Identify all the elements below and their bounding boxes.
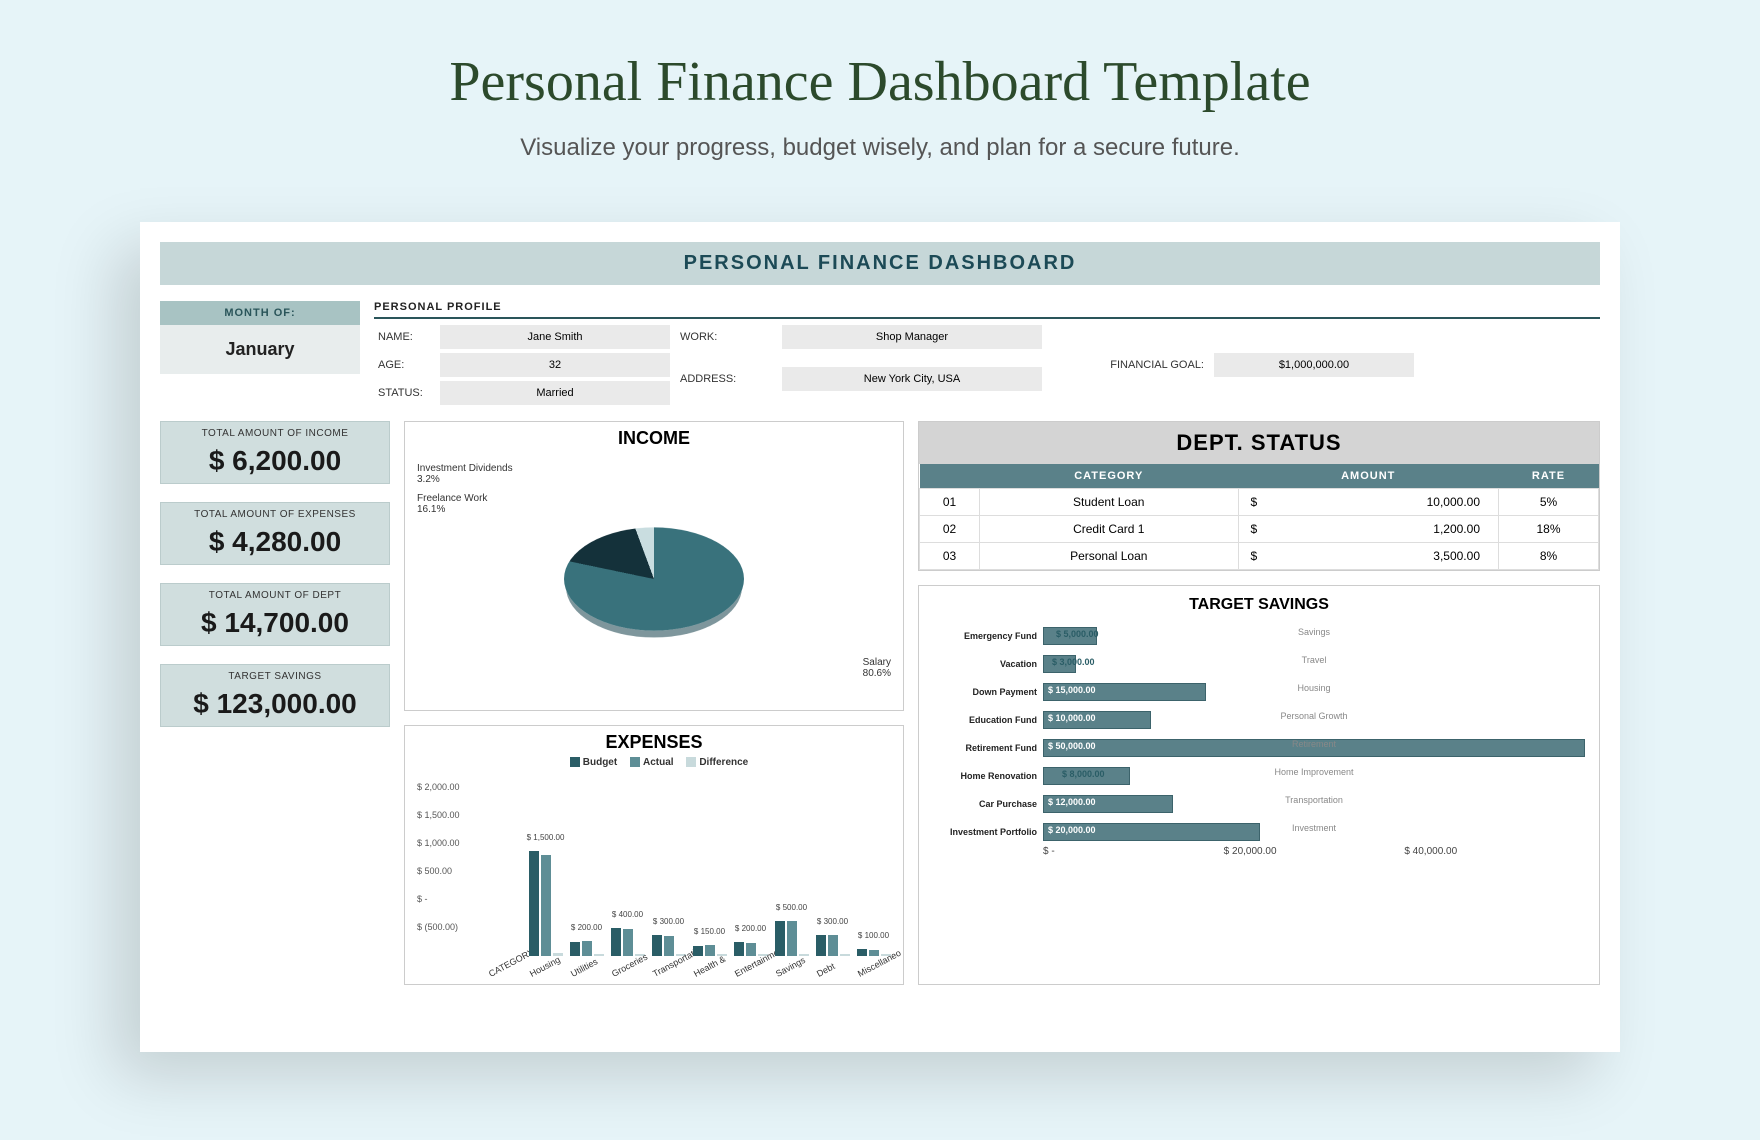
status-label: STATUS: (374, 383, 434, 403)
table-row: 01Student Loan$10,000.005% (920, 489, 1599, 516)
month-label: MONTH OF: (160, 301, 360, 325)
income-panel: INCOME Investment Dividends3.2% Freelanc… (404, 421, 904, 711)
stat-dept-label: TOTAL AMOUNT OF DEPT (167, 590, 383, 601)
stat-expenses-label: TOTAL AMOUNT OF EXPENSES (167, 509, 383, 520)
th-rate: RATE (1499, 464, 1599, 489)
expenses-bar-chart: $ 2,000.00$ 1,500.00$ 1,000.00$ 500.00$ … (411, 772, 897, 1002)
stat-savings: TARGET SAVINGS $ 123,000.00 (160, 664, 390, 727)
expenses-title: EXPENSES (411, 732, 897, 753)
dept-title: DEPT. STATUS (919, 422, 1599, 464)
savings-panel: TARGET SAVINGS Emergency Fund$ 5,000.00S… (918, 585, 1600, 985)
income-pie-chart: Investment Dividends3.2% Freelance Work1… (411, 449, 897, 689)
page-title: Personal Finance Dashboard Template (60, 50, 1700, 114)
pie-icon (564, 527, 744, 630)
pie-label-salary: Salary80.6% (863, 657, 891, 679)
stat-expenses: TOTAL AMOUNT OF EXPENSES $ 4,280.00 (160, 502, 390, 565)
address-label: ADDRESS: (676, 369, 776, 389)
profile-section-title: PERSONAL PROFILE (374, 301, 1600, 319)
stat-savings-label: TARGET SAVINGS (167, 671, 383, 682)
age-label: AGE: (374, 355, 434, 375)
th-category: CATEGORY (980, 464, 1239, 489)
dashboard-card: PERSONAL FINANCE DASHBOARD MONTH OF: Jan… (140, 222, 1620, 1052)
stat-savings-value: $ 123,000.00 (167, 688, 383, 720)
savings-title: TARGET SAVINGS (925, 596, 1593, 614)
table-row: 03Personal Loan$3,500.008% (920, 543, 1599, 570)
personal-profile: PERSONAL PROFILE NAME: Jane Smith WORK: … (374, 301, 1600, 405)
work-value: Shop Manager (782, 325, 1042, 349)
pie-label-freelance: Freelance Work16.1% (417, 493, 487, 515)
goal-value: $1,000,000.00 (1214, 353, 1414, 377)
income-title: INCOME (411, 428, 897, 449)
expenses-panel: EXPENSES Budget Actual Difference $ 2,00… (404, 725, 904, 985)
stat-income-label: TOTAL AMOUNT OF INCOME (167, 428, 383, 439)
page-subtitle: Visualize your progress, budget wisely, … (60, 134, 1700, 162)
stat-expenses-value: $ 4,280.00 (167, 526, 383, 558)
age-value: 32 (440, 353, 670, 377)
address-value: New York City, USA (782, 367, 1042, 391)
pie-label-dividends: Investment Dividends3.2% (417, 463, 513, 485)
stat-dept: TOTAL AMOUNT OF DEPT $ 14,700.00 (160, 583, 390, 646)
month-box: MONTH OF: January (160, 301, 360, 405)
th-amount: AMOUNT (1238, 464, 1498, 489)
month-value: January (160, 325, 360, 374)
table-row: 02Credit Card 1$1,200.0018% (920, 516, 1599, 543)
stat-dept-value: $ 14,700.00 (167, 607, 383, 639)
dept-panel: DEPT. STATUS CATEGORY AMOUNT RATE 01Stud… (918, 421, 1600, 571)
name-label: NAME: (374, 327, 434, 347)
dept-table: CATEGORY AMOUNT RATE 01Student Loan$10,0… (919, 464, 1599, 570)
stats-sidebar: TOTAL AMOUNT OF INCOME $ 6,200.00 TOTAL … (160, 421, 390, 985)
dashboard-header: PERSONAL FINANCE DASHBOARD (160, 242, 1600, 285)
stat-income: TOTAL AMOUNT OF INCOME $ 6,200.00 (160, 421, 390, 484)
name-value: Jane Smith (440, 325, 670, 349)
expenses-legend: Budget Actual Difference (411, 757, 897, 768)
savings-bar-chart: Emergency Fund$ 5,000.00SavingsVacation$… (925, 618, 1593, 898)
stat-income-value: $ 6,200.00 (167, 445, 383, 477)
goal-label: FINANCIAL GOAL: (1048, 355, 1208, 375)
status-value: Married (440, 381, 670, 405)
work-label: WORK: (676, 327, 776, 347)
